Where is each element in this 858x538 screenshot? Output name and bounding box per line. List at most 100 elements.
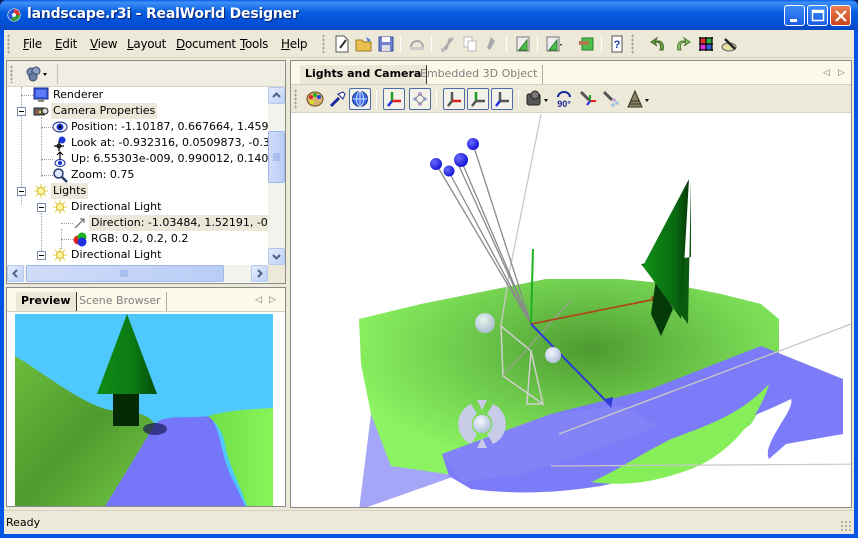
tree-item-camera-look-at[interactable]: Look at: -0.932316, 0.0509873, -0.3580 [7, 135, 268, 151]
tree-item-lights[interactable]: Lights [7, 183, 268, 199]
light-sphere[interactable] [454, 153, 468, 167]
tab-scroll-left-icon[interactable]: ◁ [255, 294, 262, 305]
point-light-move-icon[interactable] [578, 89, 598, 109]
scroll-thumb[interactable] [268, 131, 285, 183]
light-icon [53, 248, 67, 262]
menu-document[interactable]: Document [176, 37, 236, 51]
camera-dropdown-icon[interactable] [525, 89, 551, 109]
tab-scroll-left-icon[interactable]: ◁ [823, 67, 830, 78]
menu-grip[interactable] [7, 34, 10, 54]
tab-embedded-3d-object[interactable]: Embedded 3D Object [415, 65, 544, 84]
menu-tools[interactable]: Tools [240, 37, 268, 51]
scroll-left-button[interactable] [7, 265, 24, 282]
cut-icon[interactable] [438, 34, 458, 54]
render-tool-icon[interactable] [720, 34, 740, 54]
tab-scroll-right-icon[interactable]: ▷ [838, 67, 845, 78]
tree-horizontal-scrollbar[interactable] [7, 265, 268, 282]
svg-text:90°: 90° [557, 99, 571, 109]
light-sphere[interactable] [443, 165, 455, 177]
tree-item-camera-up[interactable]: Up: 6.55303e-009, 0.990012, 0.14098 [7, 151, 268, 167]
tree-item-camera-zoom[interactable]: Zoom: 0.75 [7, 167, 268, 183]
properties-hand-icon[interactable] [577, 34, 597, 54]
app-window: landscape.r3i - RealWorld Designer File … [0, 0, 858, 538]
help-icon[interactable]: ? [607, 34, 627, 54]
toolbar-separator [431, 35, 432, 53]
resize-grip[interactable] [840, 520, 852, 532]
editor-toolbar-grip[interactable] [294, 89, 297, 109]
tree-item-renderer[interactable]: Renderer [7, 87, 268, 103]
new-document-icon[interactable] [332, 34, 352, 54]
scroll-up-button[interactable] [268, 87, 285, 104]
tab-scroll-right-icon[interactable]: ▷ [269, 294, 276, 305]
paste-icon[interactable] [482, 34, 502, 54]
rotate-90-icon[interactable]: 90° [554, 89, 574, 109]
maximize-button[interactable] [807, 5, 828, 26]
move-axes-icon [387, 92, 401, 107]
tree-toolbar-grip[interactable] [10, 65, 13, 83]
tab-preview[interactable]: Preview [16, 292, 77, 311]
copy-icon[interactable] [460, 34, 480, 54]
close-button[interactable] [830, 5, 851, 26]
grid-colors-icon[interactable] [696, 34, 716, 54]
open-folder-icon[interactable] [354, 34, 374, 54]
tree-item-camera-properties[interactable]: Camera Properties [7, 103, 268, 119]
redo-icon[interactable] [672, 34, 692, 54]
light-sphere[interactable] [467, 138, 479, 150]
export-3d-icon[interactable] [513, 34, 533, 54]
tree-item-light-rgb[interactable]: RGB: 0.2, 0.2, 0.2 [7, 231, 268, 247]
monitor-icon [33, 87, 49, 102]
tree-item-directional-light-1[interactable]: Directional Light [7, 199, 268, 215]
minimize-button[interactable] [784, 5, 805, 26]
tree-item-light-direction[interactable]: Direction: -1.03484, 1.52191, -0.111 [7, 215, 268, 231]
history-icon[interactable] [407, 34, 427, 54]
scene-sphere[interactable] [545, 347, 561, 363]
sphere-view-toggle[interactable] [349, 88, 371, 110]
grip-lines-icon [273, 153, 280, 161]
svg-text:?: ? [614, 39, 621, 51]
axis-y-toggle[interactable] [467, 88, 489, 110]
status-bar: Ready [4, 510, 854, 534]
undo-icon[interactable] [649, 34, 669, 54]
light-sphere[interactable] [430, 158, 442, 170]
scale-nodes-toggle[interactable] [409, 88, 431, 110]
menu-view[interactable]: View [90, 37, 118, 51]
tab-scene-browser[interactable]: Scene Browser [74, 292, 167, 311]
axis-x-toggle[interactable] [443, 88, 465, 110]
preview-viewport[interactable] [15, 314, 273, 506]
collapse-toggle[interactable] [37, 251, 46, 260]
toolbar-separator [506, 35, 507, 53]
perspective-dropdown-icon[interactable] [626, 89, 652, 109]
menu-help[interactable]: Help [281, 37, 307, 51]
scroll-thumb[interactable] [26, 265, 224, 282]
collapse-toggle[interactable] [17, 187, 26, 196]
tree-item-camera-position[interactable]: Position: -1.10187, 0.667664, 1.45912 [7, 119, 268, 135]
collapse-toggle[interactable] [37, 203, 46, 212]
toolbar-separator [601, 35, 602, 53]
collapse-toggle[interactable] [17, 107, 26, 116]
close-icon [835, 10, 847, 22]
direction-icon [74, 218, 85, 229]
scene-sphere[interactable] [475, 313, 495, 333]
axis-x-icon [447, 92, 461, 107]
toolbar-grip[interactable] [322, 34, 325, 54]
menu-edit[interactable]: Edit [55, 37, 77, 51]
material-palette-icon[interactable] [305, 89, 325, 109]
magnifier-icon [53, 168, 68, 183]
menu-layout[interactable]: Layout [127, 37, 166, 51]
publish-dropdown-icon[interactable] [544, 34, 564, 54]
title-bar[interactable]: landscape.r3i - RealWorld Designer [0, 0, 858, 30]
axis-z-toggle[interactable] [491, 88, 513, 110]
scroll-down-button[interactable] [268, 248, 285, 265]
tree-item-directional-light-2[interactable]: Directional Light [7, 247, 268, 263]
point-light-scale-icon[interactable] [601, 89, 621, 109]
tree-vertical-scrollbar[interactable] [268, 87, 285, 265]
3d-viewport[interactable] [291, 114, 851, 507]
scroll-right-button[interactable] [251, 265, 268, 282]
tab-lights-and-camera[interactable]: Lights and Camera [300, 65, 428, 84]
scene-objects-dropdown-icon[interactable] [24, 65, 50, 83]
move-axes-toggle[interactable] [383, 88, 405, 110]
menu-file[interactable]: File [23, 37, 42, 51]
spotlight-icon[interactable] [328, 89, 348, 109]
save-icon[interactable] [376, 34, 396, 54]
toolbar-grip[interactable] [631, 34, 634, 54]
